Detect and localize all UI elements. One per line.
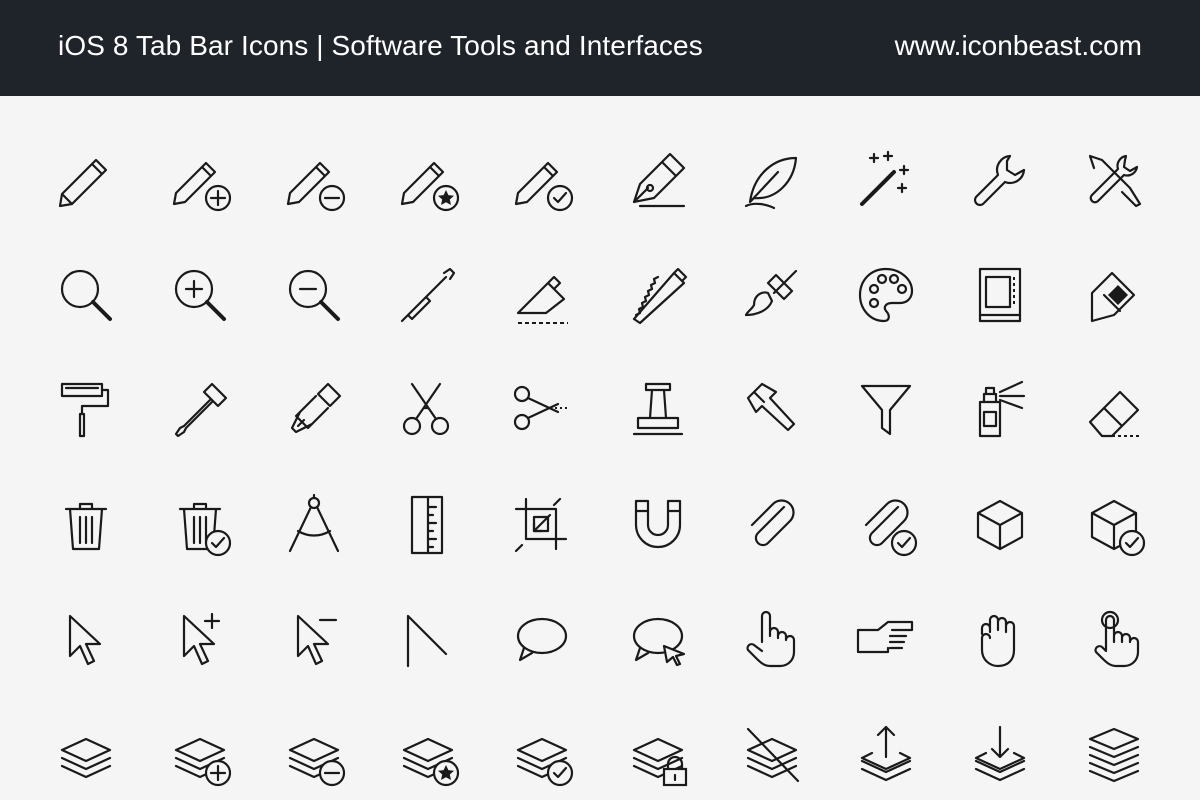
palette-icon xyxy=(854,263,918,327)
hand-grab-icon xyxy=(968,608,1032,672)
cursor-add-icon xyxy=(168,608,232,672)
layers-lock-icon xyxy=(626,723,690,787)
scissors-icon xyxy=(396,378,460,442)
screwdriver-icon xyxy=(396,263,460,327)
stamp-icon xyxy=(626,378,690,442)
paintbrush-icon xyxy=(740,263,804,327)
layers-download-icon xyxy=(968,723,1032,787)
layers-upload-icon xyxy=(854,723,918,787)
hand-pointer-icon xyxy=(740,608,804,672)
pencil-add-icon xyxy=(168,148,232,212)
saw-icon xyxy=(626,263,690,327)
tools-crossed-icon xyxy=(1082,148,1146,212)
layers-remove-icon xyxy=(282,723,346,787)
frame-icon xyxy=(968,263,1032,327)
pencil-remove-icon xyxy=(282,148,346,212)
pencil-star-icon xyxy=(396,148,460,212)
ruler-icon xyxy=(396,493,460,557)
page-title: iOS 8 Tab Bar Icons | Software Tools and… xyxy=(58,30,703,61)
layers-stack-icon xyxy=(1082,723,1146,787)
layers-hidden-icon xyxy=(740,723,804,787)
paperclip-icon xyxy=(740,493,804,557)
magnifier-icon xyxy=(54,263,118,327)
site-url: www.iconbeast.com xyxy=(894,30,1142,61)
eyedropper-icon xyxy=(168,378,232,442)
utility-knife-icon xyxy=(510,263,574,327)
trash-icon xyxy=(54,493,118,557)
magnet-icon xyxy=(626,493,690,557)
compass-icon xyxy=(282,493,346,557)
zoom-out-icon xyxy=(282,263,346,327)
trash-check-icon xyxy=(168,493,232,557)
magic-wand-icon xyxy=(854,148,918,212)
filter-funnel-icon xyxy=(854,378,918,442)
speech-bubble-cursor-icon xyxy=(626,608,690,672)
cursor-arrow-icon xyxy=(54,608,118,672)
pencil-icon xyxy=(54,148,118,212)
layers-icon xyxy=(54,723,118,787)
crop-icon xyxy=(510,493,574,557)
wrench-icon xyxy=(968,148,1032,212)
cube-check-icon xyxy=(1082,493,1146,557)
layers-star-icon xyxy=(396,723,460,787)
scissors-cut-icon xyxy=(510,378,574,442)
hand-tap-icon xyxy=(1082,608,1146,672)
pencil-check-icon xyxy=(510,148,574,212)
layers-add-icon xyxy=(168,723,232,787)
layers-check-icon xyxy=(510,723,574,787)
brush-icon xyxy=(282,378,346,442)
paperclip-check-icon xyxy=(854,493,918,557)
speech-bubble-icon xyxy=(510,608,574,672)
icon-grid xyxy=(0,96,1200,800)
zoom-in-icon xyxy=(168,263,232,327)
cube-icon xyxy=(968,493,1032,557)
spray-can-icon xyxy=(968,378,1032,442)
feather-quill-icon xyxy=(740,148,804,212)
eraser-icon xyxy=(1082,378,1146,442)
angle-icon xyxy=(396,608,460,672)
hammer-icon xyxy=(740,378,804,442)
pen-nib-icon xyxy=(626,148,690,212)
header-bar: iOS 8 Tab Bar Icons | Software Tools and… xyxy=(0,0,1200,96)
paint-bucket-icon xyxy=(1082,263,1146,327)
cursor-remove-icon xyxy=(282,608,346,672)
hand-point-right-icon xyxy=(854,608,918,672)
paint-roller-icon xyxy=(54,378,118,442)
